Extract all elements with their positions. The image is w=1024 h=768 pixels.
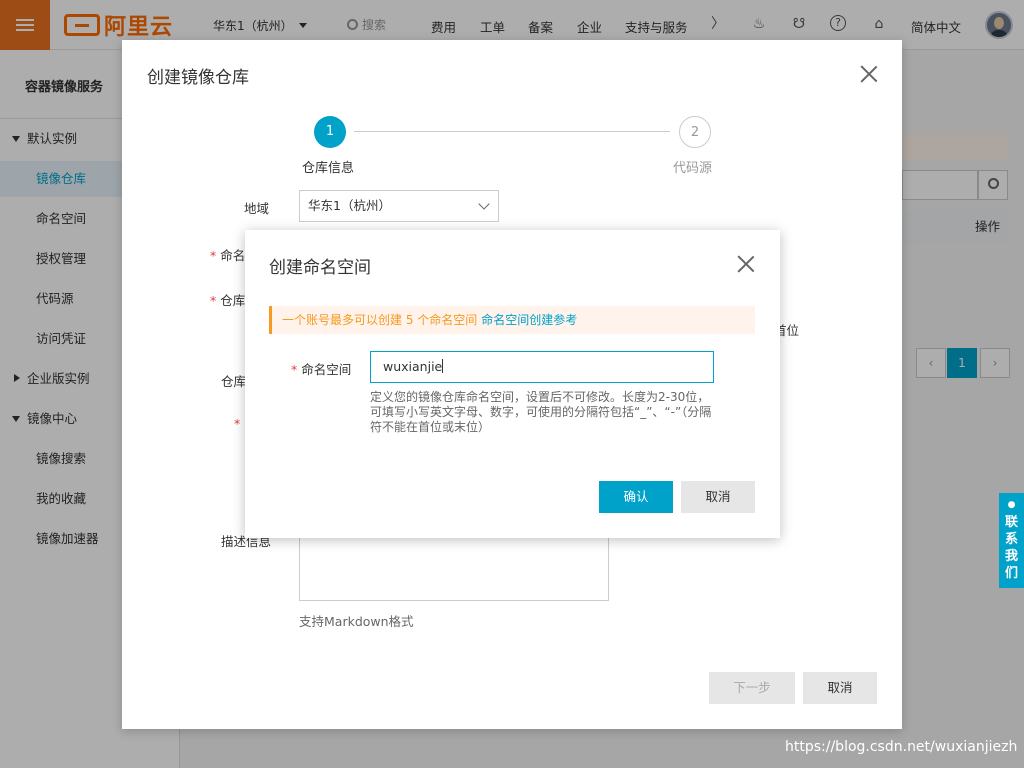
contact-char: 系 [1004,532,1018,547]
step-1-label: 仓库信息 [302,161,355,176]
chevron-down-icon [478,198,490,210]
required-marker: * [234,416,241,431]
required-marker: * [210,248,217,263]
namespace-reference-link[interactable]: 命名空间创建参考 [481,313,577,327]
close-icon[interactable] [737,255,755,273]
step-2-label: 代码源 [673,161,713,176]
watermark: https://blog.csdn.net/wuxianjiezh [785,739,1018,755]
namespace-input[interactable]: wuxianjie [370,351,714,383]
namespace-field-label: * 命名空间 [291,359,351,378]
markdown-note: 支持Markdown格式 [299,614,414,629]
namespace-input-value: wuxianjie [383,359,443,374]
close-icon[interactable] [860,65,878,83]
step-2-indicator: 2 [679,116,711,148]
region-select[interactable]: 华东1（杭州） [299,190,499,222]
namespace-field-label: * 命名 [210,245,245,264]
create-namespace-dialog: 创建命名空间 一个账号最多可以创建 5 个命名空间 命名空间创建参考 * 命名空间 … [245,230,780,538]
required-marker: * [291,362,298,377]
dialog-title: 创建镜像仓库 [147,68,249,88]
contact-char: 们 [1004,566,1018,581]
repo-label-text: 仓库 [220,293,246,308]
notice-text: 一个账号最多可以创建 5 个命名空间 [282,313,478,327]
step-1-indicator: 1 [314,116,346,148]
contact-char: 我 [1004,549,1018,564]
namespace-limit-notice: 一个账号最多可以创建 5 个命名空间 命名空间创建参考 [269,306,755,334]
cancel-button[interactable]: 取消 [681,481,755,513]
required-marker: * [210,293,217,308]
contact-char: 联 [1004,515,1018,530]
region-field-label: 地域 [244,201,270,216]
namespace-label-text: 命名 [220,248,246,263]
region-select-value: 华东1（杭州） [308,198,391,213]
namespace-hint: 定义您的镜像仓库命名空间，设置后不可修改。长度为2-30位，可填写小写英文字母、… [370,390,712,434]
step-connector [354,131,670,132]
chat-icon: ● [1007,500,1016,510]
confirm-button[interactable]: 确认 [599,481,673,513]
next-step-button[interactable]: 下一步 [709,672,795,704]
repo-name-field-label: * 仓库 [210,290,245,309]
contact-us-tab[interactable]: ● 联 系 我 们 [999,493,1024,588]
repo-type-field-label: 仓库 [221,374,247,389]
namespace-label-text: 命名空间 [301,362,352,377]
cancel-button[interactable]: 取消 [803,672,877,704]
text-cursor [442,359,444,373]
dialog-title: 创建命名空间 [269,258,371,278]
